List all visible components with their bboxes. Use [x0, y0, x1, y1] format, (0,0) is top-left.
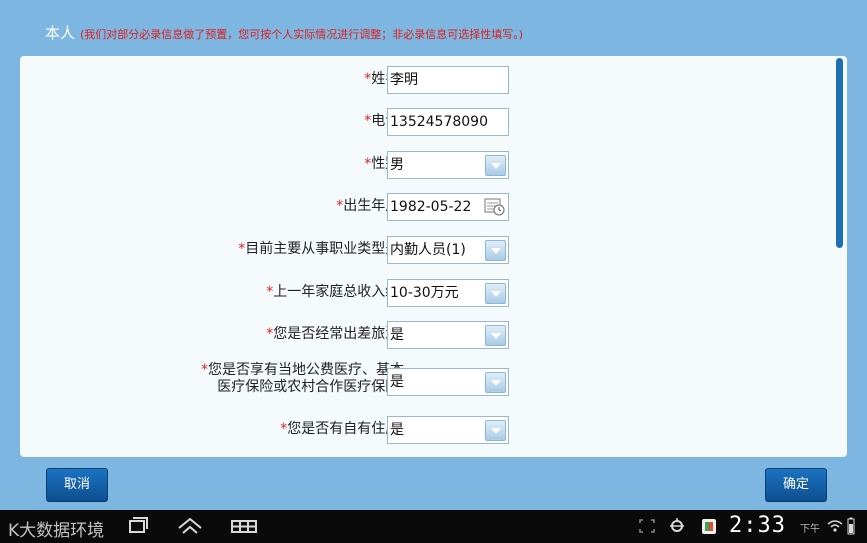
- birthdate-input[interactable]: 1982-05-22: [387, 193, 509, 221]
- form-row-travel: *您是否经常出差旅游: 是: [20, 321, 847, 351]
- cancel-button[interactable]: 取消: [46, 468, 108, 502]
- income-select[interactable]: 10-30万元: [387, 279, 509, 307]
- battery-icon: [847, 517, 855, 535]
- watermark: K大数据环境: [8, 521, 105, 541]
- chevron-down-icon[interactable]: [485, 372, 506, 393]
- recent-apps-icon[interactable]: [124, 510, 152, 543]
- insurance-select[interactable]: 是: [387, 368, 509, 396]
- header: 本人 (我们对部分必录信息做了预置，您可按个人实际情况进行调整；非必录信息可选择…: [0, 0, 867, 56]
- field-label: *您是否享有当地公费医疗、基本 医疗保险或农村合作医疗保险:: [201, 362, 404, 395]
- scrollbar-thumb[interactable]: [836, 58, 843, 248]
- occupation-select[interactable]: 内勤人员(1): [387, 236, 509, 264]
- field-label: *上一年家庭总收入约:: [266, 284, 404, 300]
- form-row-insurance: *您是否享有当地公费医疗、基本 医疗保险或农村合作医疗保险: 是: [20, 362, 847, 398]
- form-row-phone: *电话: 13524578090: [20, 108, 847, 138]
- page-title: 本人: [45, 24, 76, 42]
- form-row-housing: *您是否有自有住房: 是: [20, 416, 847, 446]
- chevron-down-icon[interactable]: [485, 240, 506, 261]
- form-row-gender: *性别: 男: [20, 151, 847, 181]
- field-label: *您是否经常出差旅游:: [266, 326, 404, 342]
- android-debug-icon: [670, 518, 684, 532]
- ok-button[interactable]: 确定: [765, 468, 827, 502]
- form-row-name: *姓名: 李明: [20, 66, 847, 96]
- chevron-down-icon[interactable]: [485, 420, 506, 441]
- menu-grid-icon[interactable]: [229, 510, 259, 543]
- clock: 2:33: [729, 513, 786, 538]
- system-navbar: K大数据环境 2:33 下午: [0, 510, 867, 543]
- fullscreen-icon[interactable]: [637, 510, 657, 543]
- chevron-down-icon[interactable]: [485, 283, 506, 304]
- form-panel: *姓名: 李明 *电话: 13524578090 *性别: 男 *出生年月: 1…: [20, 56, 847, 457]
- form-row-income: *上一年家庭总收入约: 10-30万元: [20, 279, 847, 309]
- form-row-occupation: *目前主要从事职业类型是: 内勤人员(1): [20, 236, 847, 266]
- name-input[interactable]: 李明: [387, 66, 509, 94]
- form-row-birthdate: *出生年月: 1982-05-22: [20, 193, 847, 223]
- housing-select[interactable]: 是: [387, 416, 509, 444]
- wifi-icon: [827, 520, 843, 532]
- header-note: (我们对部分必录信息做了预置，您可按个人实际情况进行调整；非必录信息可选择性填写…: [80, 28, 524, 41]
- field-label: *您是否有自有住房:: [280, 421, 404, 437]
- chevron-down-icon[interactable]: [485, 155, 506, 176]
- phone-input[interactable]: 13524578090: [387, 108, 509, 136]
- travel-select[interactable]: 是: [387, 321, 509, 349]
- field-label: *目前主要从事职业类型是:: [238, 241, 404, 257]
- notification-app-icon[interactable]: [699, 510, 719, 543]
- clock-ampm: 下午: [800, 524, 820, 535]
- chevron-down-icon[interactable]: [485, 325, 506, 346]
- gender-select[interactable]: 男: [387, 151, 509, 179]
- home-icon[interactable]: [175, 510, 205, 543]
- scrollbar[interactable]: [835, 56, 845, 457]
- calendar-icon[interactable]: [484, 197, 506, 217]
